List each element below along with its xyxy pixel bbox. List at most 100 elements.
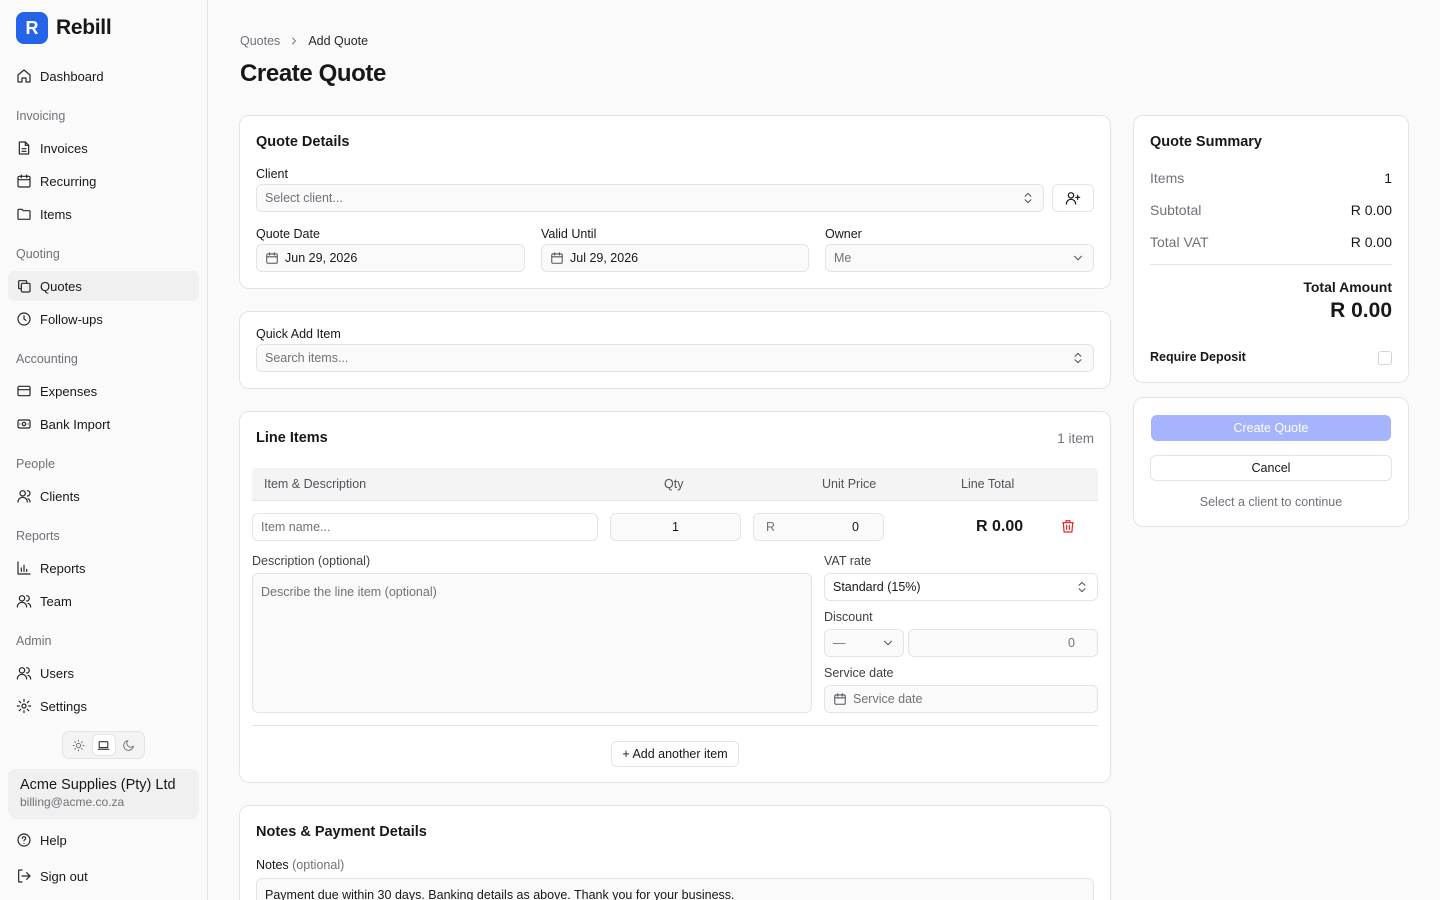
notes-label-text: Notes — [256, 858, 289, 872]
line-items-count: 1 item — [1057, 431, 1094, 446]
owner-value: Me — [834, 251, 852, 265]
vat-rate-select[interactable]: Standard (15%) — [824, 573, 1098, 601]
breadcrumb: Quotes Add Quote — [240, 34, 368, 48]
discount-value-input[interactable]: 0 — [908, 629, 1098, 657]
help-circle-icon — [17, 833, 31, 847]
description-label: Description (optional) — [252, 554, 371, 568]
valid-until-label: Valid Until — [541, 227, 597, 241]
sidebar-item-bank-import[interactable]: Bank Import — [8, 409, 199, 439]
discount-type-select[interactable]: — — [824, 629, 904, 657]
summary-items-value: 1 — [1384, 170, 1392, 186]
notes-label: Notes (optional) — [256, 858, 344, 872]
sidebar-item-sign-out[interactable]: Sign out — [8, 861, 199, 891]
sidebar-item-help[interactable]: Help — [8, 825, 199, 855]
calendar-icon — [834, 693, 846, 705]
service-date-placeholder: Service date — [853, 692, 923, 706]
sidebar-item-label: Users — [40, 665, 74, 681]
sidebar-item-dashboard[interactable]: Dashboard — [8, 61, 199, 91]
summary-subtotal-value: R 0.00 — [1350, 202, 1392, 218]
nav-group-admin: Admin — [16, 634, 52, 648]
unit-price-input[interactable]: R 0 — [753, 513, 884, 541]
nav-group-quoting: Quoting — [16, 247, 60, 261]
owner-label: Owner — [825, 227, 862, 241]
sidebar-item-quotes[interactable]: Quotes — [8, 271, 199, 301]
sidebar-item-label: Dashboard — [40, 68, 104, 84]
chevrons-up-down-icon — [1078, 581, 1086, 593]
delete-item-button[interactable] — [1060, 518, 1076, 534]
valid-until-value: Jul 29, 2026 — [570, 251, 639, 265]
summary-subtotal-label: Subtotal — [1150, 202, 1202, 218]
trash-icon — [1062, 520, 1074, 533]
summary-items-label: Items — [1150, 170, 1185, 186]
notes-optional: (optional) — [292, 858, 345, 872]
nav-group-accounting: Accounting — [16, 352, 78, 366]
sidebar-item-label: Help — [40, 832, 67, 848]
moon-icon — [123, 739, 134, 751]
theme-dark-button[interactable] — [118, 735, 140, 755]
cancel-button[interactable]: Cancel — [1150, 455, 1392, 481]
require-deposit-checkbox[interactable] — [1378, 351, 1392, 365]
currency-prefix: R — [766, 520, 776, 534]
nav-group-reports: Reports — [16, 529, 60, 543]
theme-system-button[interactable] — [92, 735, 115, 755]
sidebar-item-recurring[interactable]: Recurring — [8, 166, 199, 196]
account-email: billing@acme.co.za — [20, 795, 125, 809]
nav-group-invoicing: Invoicing — [16, 109, 66, 123]
summary-subtotal-row: Subtotal R 0.00 — [1150, 202, 1392, 218]
sidebar-item-followups[interactable]: Follow-ups — [8, 304, 199, 334]
valid-until-field[interactable]: Jul 29, 2026 — [541, 244, 809, 272]
sidebar-item-label: Expenses — [40, 383, 98, 399]
divider — [1150, 264, 1392, 265]
add-another-item-button[interactable]: + Add another item — [611, 741, 739, 767]
quick-add-placeholder: Search items... — [265, 351, 349, 365]
service-date-field[interactable]: Service date — [824, 685, 1098, 713]
create-quote-button[interactable]: Create Quote — [1151, 415, 1391, 441]
client-select[interactable]: Select client... — [256, 184, 1044, 212]
sidebar-item-team[interactable]: Team — [8, 586, 199, 616]
total-amount-label: Total Amount — [1303, 279, 1392, 295]
quote-date-value: Jun 29, 2026 — [285, 251, 358, 265]
sidebar-item-clients[interactable]: Clients — [8, 481, 199, 511]
divider — [252, 725, 1098, 726]
sidebar-item-reports[interactable]: Reports — [8, 553, 199, 583]
sidebar-item-settings[interactable]: Settings — [8, 691, 199, 721]
chevron-right-icon — [292, 37, 297, 45]
brand-logo: R — [16, 12, 48, 44]
laptop-icon — [97, 740, 110, 750]
summary-vat-row: Total VAT R 0.00 — [1150, 234, 1392, 250]
sidebar-item-items[interactable]: Items — [8, 199, 199, 229]
brand[interactable]: R Rebill — [16, 12, 112, 44]
quote-date-field[interactable]: Jun 29, 2026 — [256, 244, 525, 272]
home-icon — [17, 69, 31, 83]
account-name: Acme Supplies (Pty) Ltd — [20, 777, 176, 793]
line-items-card: Line Items 1 item Item & Description Qty… — [239, 411, 1111, 783]
discount-label: Discount — [824, 610, 873, 624]
calendar-icon — [551, 252, 563, 264]
total-amount-value: R 0.00 — [1330, 299, 1392, 322]
description-textarea[interactable]: Describe the line item (optional) — [252, 573, 812, 713]
notes-card: Notes & Payment Details Notes (optional)… — [239, 805, 1111, 900]
theme-light-button[interactable] — [68, 735, 90, 755]
vat-rate-label: VAT rate — [824, 554, 872, 568]
sidebar-item-label: Follow-ups — [40, 311, 103, 327]
notes-textarea[interactable]: Payment due within 30 days. Banking deta… — [256, 878, 1094, 900]
sidebar: R Rebill Dashboard Invoicing Invoices Re… — [0, 0, 208, 900]
chevron-down-icon — [883, 640, 893, 646]
sidebar-item-expenses[interactable]: Expenses — [8, 376, 199, 406]
account-card[interactable]: Acme Supplies (Pty) Ltd billing@acme.co.… — [8, 769, 199, 819]
sidebar-item-invoices[interactable]: Invoices — [8, 133, 199, 163]
qty-input[interactable]: 1 — [610, 513, 741, 541]
sidebar-item-users[interactable]: Users — [8, 658, 199, 688]
quick-add-label: Quick Add Item — [256, 327, 341, 341]
column-header-unit-price: Unit Price — [822, 477, 877, 491]
item-name-input[interactable]: Item name... — [252, 513, 598, 541]
description-placeholder: Describe the line item (optional) — [261, 585, 437, 599]
add-client-button[interactable] — [1052, 184, 1094, 212]
users-icon — [16, 667, 32, 680]
quick-add-search[interactable]: Search items... — [256, 344, 1094, 372]
owner-select[interactable]: Me — [825, 244, 1094, 272]
sidebar-item-label: Sign out — [40, 868, 88, 884]
breadcrumb-parent[interactable]: Quotes — [240, 34, 280, 48]
nav-group-people: People — [16, 457, 55, 471]
vat-rate-value: Standard (15%) — [833, 580, 921, 594]
